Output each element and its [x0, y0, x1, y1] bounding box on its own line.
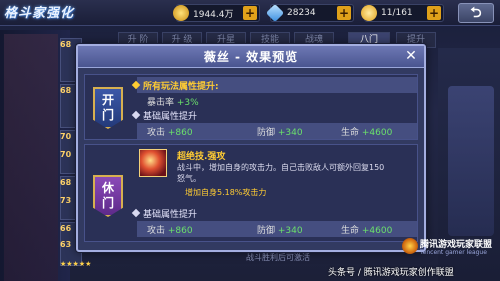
level-label: 70	[60, 132, 72, 141]
dialog-header: 薇丝 - 效果预览	[78, 46, 424, 68]
base-attr-heading: 基础属性提升	[131, 207, 197, 220]
crit-rate-row: 暴击率 +3%	[147, 95, 199, 108]
dialog-body: 开 门 所有玩法属性提升: 暴击率 +3% 基础属性提升 攻击 +860 防御 …	[84, 74, 418, 248]
gate-badge-open: 开 门	[93, 87, 123, 129]
level-label: 73	[60, 196, 72, 205]
star-rating: ★★★★★	[60, 260, 92, 268]
skill-description-cont: 怒气。	[177, 174, 201, 183]
stamina-value: 11/161	[381, 8, 413, 18]
tencent-gamer-league-logo-icon	[402, 238, 418, 254]
gate-section-rest: 休 门 超绝技.强攻 战斗中，增加自身的攻击力。自己击败敌人可额外回复150 怒…	[84, 144, 418, 242]
skill-icon	[139, 149, 167, 177]
diamond-bullet-icon	[131, 80, 141, 90]
level-label: 68	[60, 86, 72, 95]
hp-stat: 生命 +4600	[341, 226, 393, 236]
gold-counter: 1944.4万 +	[173, 4, 260, 22]
crit-value: +3%	[176, 98, 199, 108]
gate-section-open: 开 门 所有玩法属性提升: 暴击率 +3% 基础属性提升 攻击 +860 防御 …	[84, 74, 418, 140]
skill-effect: 增加自身5.18%攻击力	[185, 188, 267, 197]
all-mode-heading: 所有玩法属性提升:	[131, 79, 219, 92]
top-bar: 格斗家强化 1944.4万 + 28234 + 11/161 + ⮌	[0, 0, 500, 26]
character-art	[4, 34, 58, 281]
diamond-bullet-icon	[131, 110, 141, 120]
activation-hint: 战斗胜利后可激活	[246, 253, 310, 262]
crit-label: 暴击率	[147, 98, 175, 108]
hp-stat: 生命 +4600	[341, 128, 393, 138]
diamond-counter: 28234 +	[265, 3, 354, 23]
level-label: 68	[60, 40, 72, 49]
gate-badge-rest: 休 门	[93, 175, 123, 217]
level-label: 68	[60, 178, 72, 187]
defense-stat: 防御 +340	[257, 128, 303, 138]
skill-description: 战斗中，增加自身的攻击力。自己击败敌人可额外回复150	[177, 163, 385, 172]
base-attr-heading: 基础属性提升	[131, 109, 197, 122]
page-title: 格斗家强化	[4, 6, 75, 21]
stamina-counter: 11/161 +	[361, 4, 444, 22]
attack-stat: 攻击 +860	[147, 226, 193, 236]
defense-stat: 防御 +340	[257, 226, 303, 236]
close-button[interactable]: ✕	[402, 48, 420, 66]
gate-name: 开 门	[101, 93, 114, 122]
stamina-icon	[361, 5, 377, 21]
diamond-icon	[265, 3, 285, 23]
level-label: 66	[60, 224, 72, 233]
level-label: 70	[60, 150, 72, 159]
dialog-title: 薇丝 - 效果预览	[203, 50, 299, 64]
diamond-bullet-icon	[131, 208, 141, 218]
add-gold-button[interactable]: +	[243, 6, 257, 20]
effect-preview-dialog: 薇丝 - 效果预览 ✕ 开 门 所有玩法属性提升: 暴击率 +3% 基础属性提升…	[76, 44, 426, 252]
league-logo-subtext: Tencent gamer league	[420, 249, 487, 256]
gold-coin-icon	[173, 5, 189, 21]
diamond-value: 28234	[287, 8, 316, 18]
level-label: 63	[60, 240, 72, 249]
add-diamond-button[interactable]: +	[337, 6, 351, 20]
gate-name: 休 门	[101, 181, 114, 210]
gold-value: 1944.4万	[193, 9, 234, 20]
add-stamina-button[interactable]: +	[427, 6, 441, 20]
attack-stat: 攻击 +860	[147, 128, 193, 138]
watermark: 头条号 / 腾讯游戏玩家创作联盟	[328, 268, 454, 278]
back-button[interactable]: ⮌	[458, 3, 494, 23]
skill-name: 超绝技.强攻	[177, 152, 226, 162]
gate-illustration	[448, 86, 494, 236]
